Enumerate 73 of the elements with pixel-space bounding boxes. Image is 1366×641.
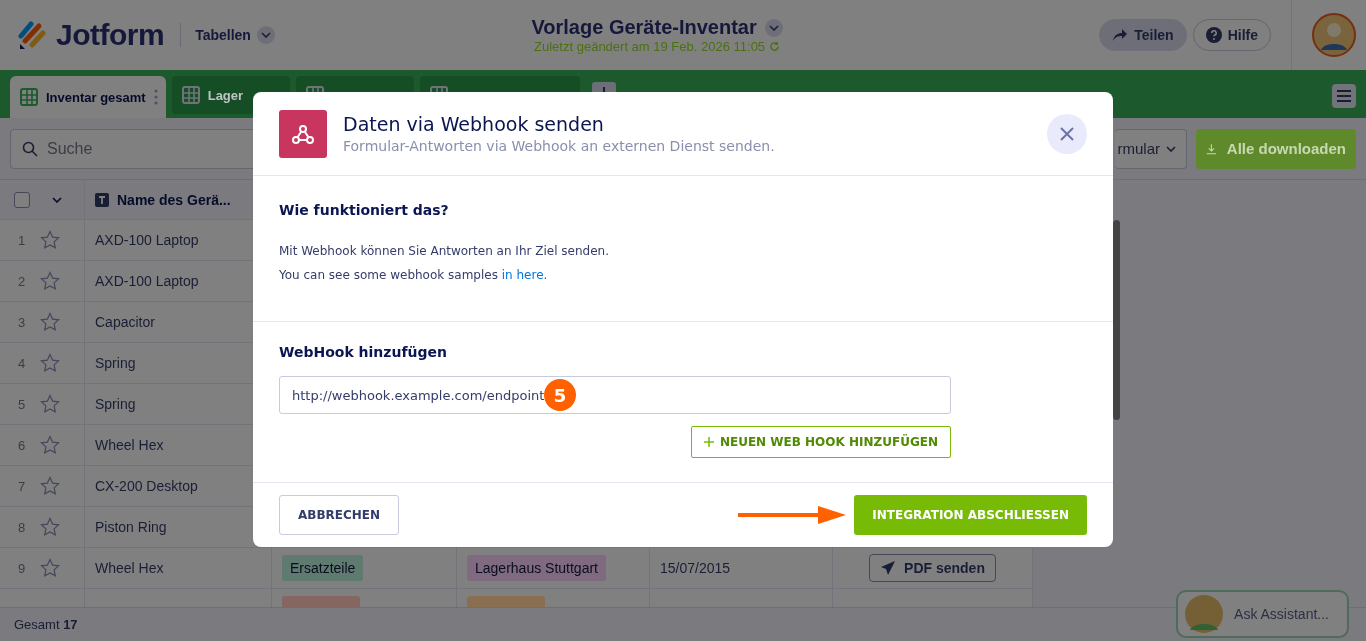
row-number: 2: [18, 273, 26, 289]
more-icon: [153, 89, 158, 105]
row-number: 4: [18, 355, 26, 371]
table-cell: Spring: [95, 355, 136, 371]
location-tag: Lagerhaus Stuttgart: [467, 555, 606, 581]
row-number: 8: [18, 519, 26, 535]
table-cell: Wheel Hex: [95, 437, 164, 453]
refresh-icon: [769, 41, 781, 52]
table-icon: [181, 86, 200, 104]
form-button[interactable]: rmular: [1115, 128, 1187, 169]
document-title: Vorlage Geräte-Inventar: [531, 16, 757, 39]
sheet-tab[interactable]: Inventar gesamt: [10, 76, 166, 118]
logo-icon: [18, 20, 48, 50]
table-cell: 15/07/2015: [660, 560, 731, 576]
star-icon[interactable]: [40, 435, 60, 455]
table-cell: CX-200 Desktop: [95, 478, 198, 494]
help-button[interactable]: Hilfe: [1192, 19, 1271, 51]
total-count: Gesamt 17: [14, 617, 78, 632]
star-icon[interactable]: [40, 517, 60, 537]
column-header[interactable]: Name des Gerä...: [117, 191, 231, 208]
section-heading: WebHook hinzufügen: [279, 344, 448, 360]
select-all-checkbox[interactable]: [14, 191, 30, 208]
close-icon: [1060, 126, 1074, 141]
menu-icon[interactable]: [1332, 84, 1356, 108]
table-cell: AXD-100 Laptop: [95, 232, 199, 248]
table-icon: [20, 88, 38, 106]
row-number: 6: [18, 437, 26, 453]
ask-assistant-button[interactable]: Ask Assistant...: [1176, 590, 1349, 638]
scrollbar[interactable]: [1113, 220, 1120, 420]
chevron-icon: [260, 32, 271, 38]
share-icon: [1112, 28, 1129, 42]
table-cell: Spring: [95, 396, 136, 412]
help-icon: [1205, 27, 1222, 43]
star-icon[interactable]: [40, 558, 60, 578]
star-icon[interactable]: [40, 230, 60, 250]
chevron-icon: [1166, 145, 1176, 152]
search-icon: [22, 140, 38, 157]
add-webhook-button[interactable]: NEUEN WEB HOOK HINZUFÜGEN: [690, 426, 951, 458]
table-cell: Capacitor: [95, 314, 155, 330]
last-saved-text: Zuletzt geändert am 19 Feb. 2026 11:05: [534, 39, 766, 54]
chevron-icon: [768, 24, 779, 31]
table-cell: Piston Ring: [95, 519, 167, 535]
row-number: 5: [18, 396, 26, 412]
table-cell: AXD-100 Laptop: [95, 273, 199, 289]
cancel-button[interactable]: ABBRECHEN: [279, 495, 400, 535]
row-number: 3: [18, 314, 26, 330]
send-icon: [880, 560, 897, 576]
plus-icon: [703, 437, 714, 447]
webhook-icon: [291, 122, 315, 145]
samples-link[interactable]: in here.: [501, 268, 548, 282]
avatar[interactable]: [1312, 13, 1356, 57]
send-pdf-button[interactable]: PDF senden: [869, 554, 996, 582]
text-field-icon: [95, 192, 109, 207]
row-number: 1: [18, 232, 26, 248]
star-icon[interactable]: [40, 353, 60, 373]
star-icon[interactable]: [40, 312, 60, 332]
help-text: Mit Webhook können Sie Antworten an Ihr Ziel senden.: [279, 244, 610, 258]
avatar: [1184, 594, 1225, 634]
download-button[interactable]: Alle downloaden: [1196, 128, 1356, 169]
table-cell: Wheel Hex: [95, 560, 164, 576]
section-heading: Wie funktioniert das?: [279, 202, 450, 218]
row-number: 9: [18, 560, 26, 576]
star-icon[interactable]: [40, 271, 60, 291]
share-button[interactable]: Teilen: [1099, 19, 1187, 51]
help-text: You can see some webhook samples in here.: [279, 268, 549, 282]
finish-integration-button[interactable]: INTEGRATION ABSCHLIESSEN: [854, 495, 1087, 535]
brand-name: Jotform: [56, 18, 165, 52]
row-number: 7: [18, 478, 26, 494]
category-tag: Ersatzteile: [282, 555, 364, 581]
close-button[interactable]: [1047, 113, 1087, 154]
star-icon[interactable]: [40, 394, 60, 414]
chevron-icon: [52, 196, 62, 203]
star-icon[interactable]: [40, 476, 60, 496]
